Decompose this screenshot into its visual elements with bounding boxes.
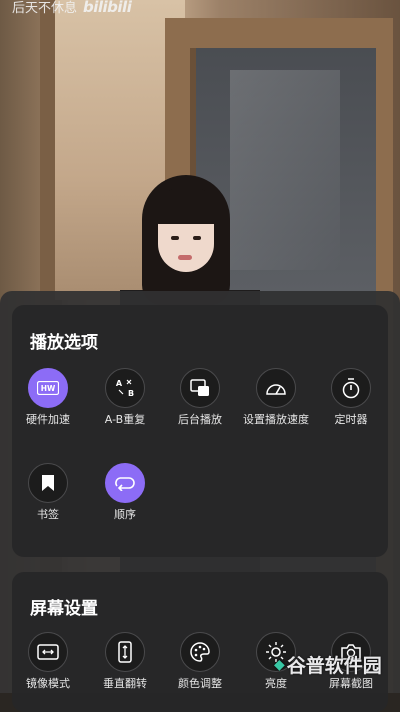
mirror-mode-button[interactable]: 镜像模式 <box>10 632 86 690</box>
svg-text:B: B <box>128 389 134 398</box>
play-options-card: 播放选项 HW 硬件加速 AB A-B重复 后台播放 设置播放速度 定时器 书签… <box>12 305 388 557</box>
color-adjust-button[interactable]: 颜色调整 <box>162 632 238 690</box>
hardware-acceleration-button[interactable]: HW 硬件加速 <box>10 368 86 426</box>
screenshot-label: 屏幕截图 <box>329 677 373 690</box>
mirror-mode-label: 镜像模式 <box>26 677 70 690</box>
person-mouth <box>178 255 192 260</box>
hw-icon: HW <box>28 368 68 408</box>
vertical-flip-icon <box>105 632 145 672</box>
palette-icon <box>180 632 220 672</box>
vertical-flip-button[interactable]: 垂直翻转 <box>87 632 163 690</box>
play-options-title: 播放选项 <box>30 333 98 353</box>
loop-order-button[interactable]: 顺序 <box>87 463 163 521</box>
person-eye-right <box>193 236 201 240</box>
timer-label: 定时器 <box>334 413 368 426</box>
playback-speed-label: 设置播放速度 <box>243 413 309 426</box>
background-play-label: 后台播放 <box>178 413 222 426</box>
ab-repeat-label: A-B重复 <box>104 413 146 426</box>
bookmark-button[interactable]: 书签 <box>10 463 86 521</box>
glass-reflection <box>230 70 340 270</box>
vertical-flip-label: 垂直翻转 <box>103 677 147 690</box>
bilibili-logo: bilibili <box>83 0 132 16</box>
brightness-label: 亮度 <box>265 677 287 690</box>
site-logo-text: 谷普软件园 <box>286 655 382 677</box>
loop-order-label: 顺序 <box>114 508 136 521</box>
uploader-name: 后天不休息 <box>12 1 78 16</box>
loop-icon <box>105 463 145 503</box>
screen-settings-card: 屏幕设置 镜像模式 垂直翻转 颜色调整 亮度 屏幕截图 <box>12 572 388 712</box>
playback-speed-button[interactable]: 设置播放速度 <box>238 368 314 426</box>
bookmark-icon <box>28 463 68 503</box>
svg-text:HW: HW <box>41 384 56 393</box>
background-play-icon <box>180 368 220 408</box>
ab-repeat-button[interactable]: AB A-B重复 <box>87 368 163 426</box>
bookmark-label: 书签 <box>37 508 59 521</box>
mirror-icon <box>28 632 68 672</box>
site-logo: ◆ 谷普软件园 <box>274 651 382 678</box>
uploader-watermark: 后天不休息 bilibili <box>12 0 132 16</box>
svg-text:A: A <box>116 379 123 388</box>
timer-icon <box>331 368 371 408</box>
color-adjust-label: 颜色调整 <box>178 677 222 690</box>
ab-repeat-icon: AB <box>105 368 145 408</box>
hardware-acceleration-label: 硬件加速 <box>26 413 70 426</box>
background-play-button[interactable]: 后台播放 <box>162 368 238 426</box>
screen-settings-title: 屏幕设置 <box>30 599 98 619</box>
timer-button[interactable]: 定时器 <box>313 368 389 426</box>
person-eye-left <box>171 236 179 240</box>
speedometer-icon <box>256 368 296 408</box>
